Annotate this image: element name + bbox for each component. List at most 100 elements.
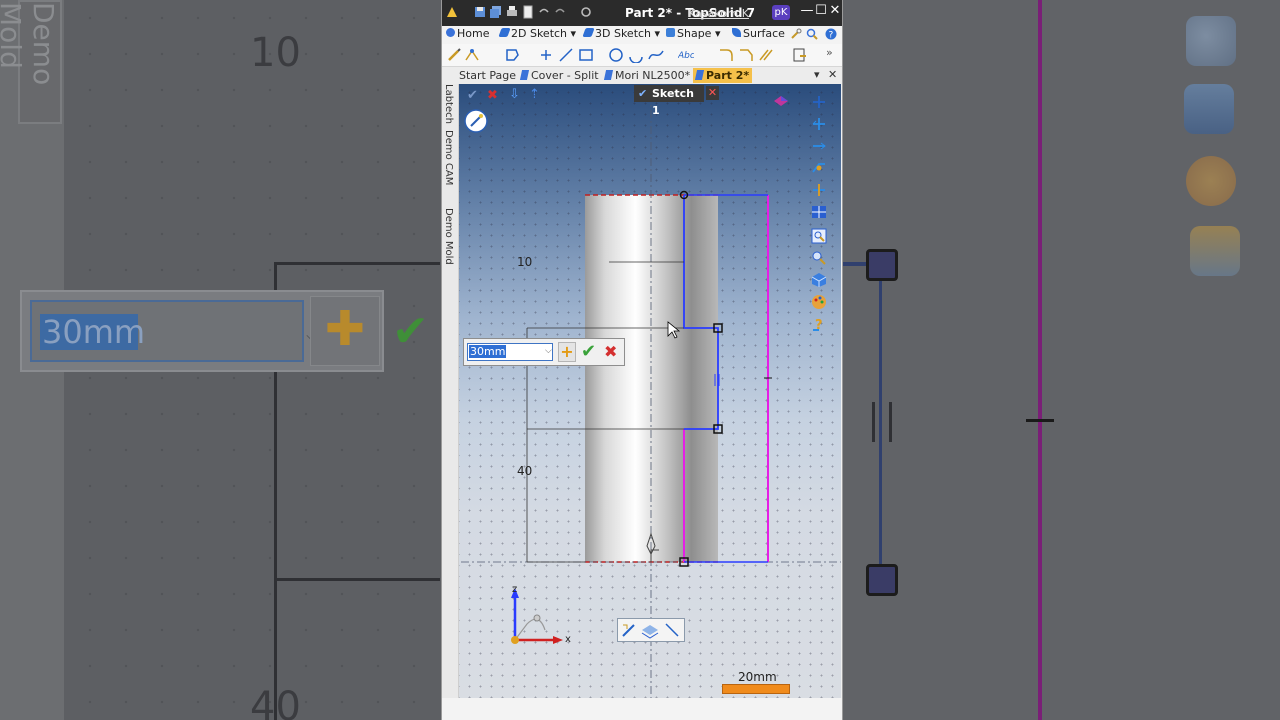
dimension-value-lower[interactable]: 40 bbox=[517, 464, 532, 478]
background-dimension-value: 30mm bbox=[40, 313, 146, 351]
background-node bbox=[866, 564, 898, 596]
document-tabs: Start Page Cover - Split Mori NL2500* Pa… bbox=[442, 67, 842, 84]
undo-icon[interactable] bbox=[538, 5, 550, 19]
user-avatar[interactable]: pK bbox=[772, 5, 790, 20]
line-icon[interactable] bbox=[558, 47, 574, 63]
ribbon-tab-label: 2D Sketch bbox=[511, 27, 568, 40]
graphics-viewport[interactable]: ✔ Sketch 1 ✕ ✔ ✖ ⇩ ⇡ ? 10 40 30mm ⌵ + ✔ … bbox=[459, 84, 841, 698]
tab-part-2[interactable]: Part 2* bbox=[693, 68, 753, 83]
tools-icon[interactable] bbox=[790, 28, 802, 40]
point-icon[interactable] bbox=[538, 47, 554, 63]
fillet-icon[interactable] bbox=[718, 47, 734, 63]
sketch-toolbar: Abc » bbox=[442, 44, 842, 67]
sketch-tool-icon[interactable] bbox=[620, 621, 638, 639]
trim-icon[interactable] bbox=[758, 47, 774, 63]
check-icon: ✔ bbox=[638, 87, 648, 100]
side-tab-labtech[interactable]: Labtech bbox=[443, 84, 454, 124]
layer-icon[interactable] bbox=[640, 621, 660, 639]
split-icon[interactable] bbox=[811, 182, 827, 198]
tab-list-button[interactable]: ▾ bbox=[814, 68, 820, 81]
add-parameter-button[interactable]: + bbox=[558, 342, 576, 362]
pin-icon[interactable]: ⇩ bbox=[509, 87, 520, 102]
line-tool-icon[interactable] bbox=[663, 621, 681, 639]
shading-icon[interactable] bbox=[773, 94, 789, 108]
background-side-tab: Demo Mold bbox=[0, 0, 62, 124]
axis-icon[interactable] bbox=[811, 138, 827, 154]
ribbon-tab-home[interactable]: Home bbox=[446, 27, 489, 40]
ribbon-tab-3d-sketch[interactable]: 3D Sketch ▾ bbox=[582, 27, 660, 40]
chevron-down-icon[interactable]: ⌵ bbox=[545, 346, 552, 356]
background-dim-line bbox=[274, 262, 440, 265]
cancel-icon[interactable]: ✖ bbox=[487, 88, 498, 103]
refresh-icon[interactable] bbox=[580, 5, 592, 19]
arc-icon[interactable] bbox=[628, 47, 644, 63]
rectangle-icon[interactable] bbox=[578, 47, 594, 63]
redo-icon[interactable] bbox=[554, 5, 566, 19]
cylinder-body bbox=[585, 195, 718, 562]
scale-label: 20mm bbox=[738, 670, 777, 684]
document-icon[interactable] bbox=[522, 5, 534, 19]
constraint-icon[interactable] bbox=[464, 47, 480, 63]
ribbon-tab-2d-sketch[interactable]: 2D Sketch ▾ bbox=[498, 27, 576, 40]
close-button[interactable]: ✕ bbox=[828, 3, 842, 21]
help-icon[interactable]: ? bbox=[825, 28, 837, 40]
toolbar-overflow[interactable]: » bbox=[826, 46, 833, 59]
user-name-link[interactable]: Kasakorn K bbox=[688, 7, 749, 20]
text-icon[interactable]: Abc bbox=[678, 47, 694, 63]
exit-sketch-button[interactable]: ✕ bbox=[706, 86, 719, 100]
home-icon bbox=[446, 28, 455, 37]
cube-icon[interactable] bbox=[811, 272, 827, 288]
tab-cover-split[interactable]: Cover - Split bbox=[518, 68, 602, 83]
side-tabs: Labtech Demo CAM Demo Mold bbox=[442, 84, 459, 698]
plane-icon[interactable] bbox=[811, 160, 827, 176]
maximize-button[interactable]: ☐ bbox=[814, 3, 828, 21]
confirm-button[interactable]: ✔ bbox=[581, 341, 596, 362]
help-icon[interactable]: ? bbox=[811, 316, 827, 332]
minimize-button[interactable]: — bbox=[800, 3, 814, 21]
pencil-icon bbox=[582, 28, 595, 37]
zoom-window-icon[interactable] bbox=[811, 228, 827, 244]
save-all-icon[interactable] bbox=[490, 5, 502, 19]
tab-mori-nl2500[interactable]: Mori NL2500* bbox=[602, 68, 693, 83]
circle-icon[interactable] bbox=[608, 47, 624, 63]
tab-label: Start Page bbox=[459, 69, 516, 82]
print-icon[interactable] bbox=[506, 5, 518, 19]
scale-bar bbox=[722, 684, 790, 694]
info-icon[interactable]: ⇡ bbox=[529, 87, 540, 102]
tab-close-button[interactable]: ✕ bbox=[828, 68, 837, 81]
grid-icon[interactable] bbox=[811, 204, 827, 220]
search-icon[interactable] bbox=[806, 28, 818, 40]
document-icon bbox=[694, 70, 705, 80]
ribbon-tab-label: Surface bbox=[743, 27, 785, 40]
app-window: Part 2* - TopSolid 7 Kasakorn K pK — ☐ ✕… bbox=[441, 0, 843, 720]
shape-icon bbox=[666, 28, 675, 37]
side-tab-demo-cam[interactable]: Demo CAM bbox=[443, 130, 454, 185]
app-logo-icon[interactable] bbox=[446, 5, 458, 19]
ribbon-tab-surface[interactable]: Surface bbox=[732, 27, 785, 40]
view-orient-icon[interactable] bbox=[463, 108, 489, 134]
dimension-value-upper[interactable]: 10 bbox=[517, 255, 532, 269]
pencil-icon[interactable] bbox=[446, 47, 462, 63]
background-help-icon bbox=[1190, 226, 1240, 276]
side-tab-demo-mold[interactable]: Demo Mold bbox=[443, 208, 454, 265]
ribbon-tab-shape[interactable]: Shape ▾ bbox=[666, 27, 720, 40]
offset-icon[interactable] bbox=[792, 47, 808, 63]
dimension-input[interactable]: 30mm ⌵ bbox=[467, 343, 553, 361]
palette-icon[interactable] bbox=[811, 294, 827, 310]
screen: Demo Mold 10 30mm ⌵ ✚ ✔ 40 bbox=[0, 0, 1280, 720]
tab-start-page[interactable]: Start Page bbox=[456, 68, 519, 83]
save-icon[interactable] bbox=[474, 5, 486, 19]
validate-check-icon[interactable]: ✔ bbox=[467, 88, 478, 103]
spline-icon[interactable] bbox=[648, 47, 664, 63]
polyline-icon[interactable] bbox=[504, 47, 520, 63]
chamfer-icon[interactable] bbox=[738, 47, 754, 63]
axis-label-x: x bbox=[565, 634, 571, 645]
title-bar: Part 2* - TopSolid 7 Kasakorn K pK — ☐ ✕ bbox=[442, 0, 842, 26]
dimension-editor: 30mm ⌵ + ✔ ✖ bbox=[463, 338, 625, 366]
add-point-icon[interactable] bbox=[811, 94, 827, 110]
tab-label: Part 2* bbox=[706, 69, 750, 82]
frame-icon[interactable] bbox=[811, 116, 827, 132]
cancel-button[interactable]: ✖ bbox=[604, 342, 617, 361]
ribbon-tab-label: 3D Sketch bbox=[595, 27, 652, 40]
zoom-icon[interactable] bbox=[811, 250, 827, 266]
